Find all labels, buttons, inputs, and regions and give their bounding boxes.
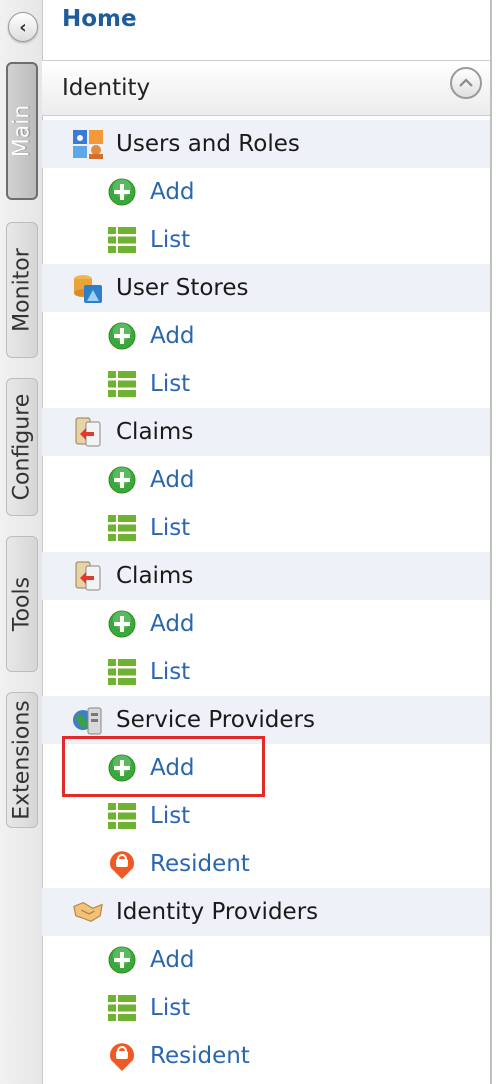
tab-label: Main <box>9 104 35 158</box>
menu-item-list[interactable]: List <box>42 216 490 264</box>
menu-item-label[interactable]: Add <box>150 179 195 205</box>
add-icon <box>106 464 138 496</box>
menu-section-users-and-roles: Users and Roles <box>42 120 490 168</box>
list-icon <box>106 512 138 544</box>
menu-section-identity-providers: Identity Providers <box>42 888 490 936</box>
resident-icon <box>106 848 138 880</box>
tab-tools[interactable]: Tools <box>6 536 38 672</box>
menu-item-label[interactable]: Add <box>150 611 195 637</box>
menu-item-resident[interactable]: Resident <box>42 840 490 888</box>
menu-item-label[interactable]: Add <box>150 323 195 349</box>
side-tab-rail: ‹ Main Monitor Configure Tools Extensions <box>0 0 43 1084</box>
user-stores-icon <box>72 272 104 304</box>
identity-label: Identity <box>62 75 151 101</box>
menu-item-list[interactable]: List <box>42 984 490 1032</box>
tab-label: Monitor <box>9 248 35 332</box>
menu-item-label[interactable]: Resident <box>150 851 250 877</box>
menu-item-label[interactable]: List <box>150 995 190 1021</box>
menu-item-label[interactable]: List <box>150 659 190 685</box>
menu-section-claims: Claims <box>42 552 490 600</box>
navigation-panel: Home Identity Users and Roles Add List User… <box>42 0 492 1084</box>
claims-icon <box>72 416 104 448</box>
menu-section-claims: Claims <box>42 408 490 456</box>
tab-configure[interactable]: Configure <box>6 378 38 516</box>
menu-section-user-stores: User Stores <box>42 264 490 312</box>
menu-item-add[interactable]: Add <box>42 936 490 984</box>
tab-monitor[interactable]: Monitor <box>6 222 38 358</box>
menu-item-label[interactable]: List <box>150 803 190 829</box>
list-icon <box>106 800 138 832</box>
section-label: User Stores <box>116 275 249 301</box>
tab-label: Configure <box>9 393 35 501</box>
menu-item-add[interactable]: Add <box>42 600 490 648</box>
menu-item-add[interactable]: Add <box>42 312 490 360</box>
list-icon <box>106 224 138 256</box>
section-label: Users and Roles <box>116 131 300 157</box>
identity-providers-icon <box>72 896 104 928</box>
collapse-up-icon[interactable] <box>450 67 482 99</box>
menu-item-add[interactable]: Add <box>42 456 490 504</box>
section-label: Identity Providers <box>116 899 319 925</box>
section-label: Claims <box>116 563 194 589</box>
menu-item-label[interactable]: List <box>150 515 190 541</box>
highlight-box <box>62 736 265 797</box>
claims-icon <box>72 560 104 592</box>
menu-item-add[interactable]: Add <box>42 168 490 216</box>
menu-item-list[interactable]: List <box>42 360 490 408</box>
resident-icon <box>106 1040 138 1072</box>
collapse-panel-button[interactable]: ‹ <box>8 12 38 42</box>
section-label: Claims <box>116 419 194 445</box>
menu-item-list[interactable]: List <box>42 504 490 552</box>
tab-extensions[interactable]: Extensions <box>6 692 38 828</box>
add-icon <box>106 944 138 976</box>
tab-label: Tools <box>9 576 35 632</box>
menu-item-label[interactable]: Resident <box>150 1043 250 1069</box>
tab-main[interactable]: Main <box>6 62 38 200</box>
list-icon <box>106 992 138 1024</box>
add-icon <box>106 176 138 208</box>
identity-header[interactable]: Identity <box>42 60 490 116</box>
menu-item-label[interactable]: List <box>150 227 190 253</box>
add-icon <box>106 320 138 352</box>
menu-item-label[interactable]: List <box>150 371 190 397</box>
menu-item-list[interactable]: List <box>42 648 490 696</box>
service-providers-icon <box>72 704 104 736</box>
chevron-left-icon: ‹ <box>19 16 27 38</box>
menu-item-list[interactable]: List <box>42 792 490 840</box>
list-icon <box>106 656 138 688</box>
add-icon <box>106 608 138 640</box>
menu-item-label[interactable]: Add <box>150 947 195 973</box>
menu-item-label[interactable]: Add <box>150 467 195 493</box>
home-link[interactable]: Home <box>62 6 137 32</box>
section-label: Service Providers <box>116 707 315 733</box>
tab-label: Extensions <box>9 700 35 820</box>
list-icon <box>106 368 138 400</box>
users-roles-icon <box>72 128 104 160</box>
menu-item-resident[interactable]: Resident <box>42 1032 490 1080</box>
